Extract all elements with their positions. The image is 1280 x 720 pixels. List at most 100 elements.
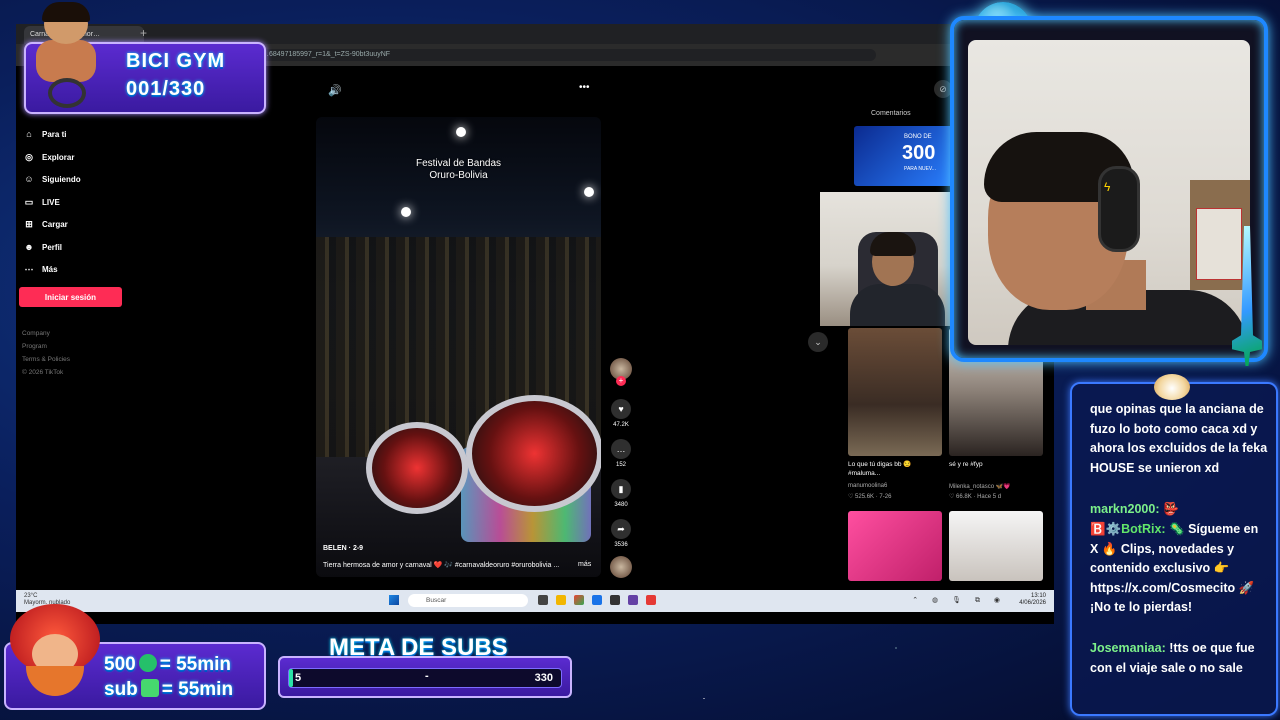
app-icon[interactable] (646, 595, 656, 605)
sidebar-item-explorar[interactable]: ◎ Explorar (22, 148, 74, 166)
chat-username: 🅱️⚙️BotRix: (1090, 522, 1166, 536)
sub-goal-target: 330 (534, 672, 553, 684)
folder-icon[interactable] (556, 595, 566, 605)
sidebar: ⌂ Para ti ◎ Explorar ☺ Siguiendo ▭ LIVE ⊞ Car… (16, 66, 156, 586)
footer-link-program[interactable]: Program (22, 343, 47, 350)
share-button[interactable]: ➦ 3536 (610, 519, 632, 548)
bike-wheel-icon (48, 78, 86, 108)
mascot-body (36, 40, 96, 82)
badge-count: 001/330 (126, 78, 206, 100)
follow-plus-icon[interactable]: + (616, 376, 626, 386)
sidebar-item-label: Explorar (42, 152, 75, 162)
system-tray[interactable]: ⌃ ◍ 🎙 ⧉ ◉ (912, 596, 1006, 605)
comment-icon: … (611, 439, 631, 459)
tab-bar: Carnaval… de Amor… + (16, 24, 1054, 44)
taskbar-clock[interactable]: 13:10 4/06/2026 (1019, 593, 1046, 607)
login-button[interactable]: Iniciar sesión (19, 287, 122, 307)
headset-image (1098, 166, 1140, 252)
related-video-thumb[interactable] (949, 511, 1043, 581)
chrome-icon[interactable] (574, 595, 584, 605)
steam-icon[interactable] (610, 595, 620, 605)
new-tab-button[interactable]: + (140, 26, 147, 40)
promo-line3: PARA NUEV... (904, 166, 936, 172)
sidebar-item-mas[interactable]: ⋯ Más (22, 260, 58, 278)
related-video-thumb[interactable] (848, 328, 942, 456)
sidebar-item-cargar[interactable]: ⊞ Cargar (22, 215, 68, 233)
upload-icon: ⊞ (25, 218, 33, 229)
stage-light (456, 127, 466, 137)
footer-link-terms[interactable]: Terms & Policies (22, 356, 70, 363)
more-options-icon[interactable]: ••• (579, 82, 590, 93)
live-icon: ▭ (24, 196, 34, 207)
related-caption[interactable]: sé y re #fyp (949, 460, 1043, 469)
reward-amount: 500 (104, 654, 136, 675)
mascot-hair (42, 2, 90, 22)
windows-start-icon[interactable] (389, 595, 399, 605)
more-link[interactable]: más (578, 561, 591, 568)
chat-message: Josemaniaa: !tts oe que fue con el viaje… (1090, 639, 1268, 678)
heart-icon: ♥ (611, 399, 631, 419)
edge-icon[interactable] (592, 595, 602, 605)
person-hair (870, 232, 916, 256)
save-button[interactable]: ▮ 3480 (610, 479, 632, 508)
chevron-down-icon[interactable]: ⌄ (808, 332, 828, 352)
promo-line2: 300 (902, 142, 936, 164)
related-likes: 525.6K (855, 494, 875, 500)
related-date: 7-26 (879, 494, 892, 500)
reward-line-sub: sub = 55min (104, 679, 233, 701)
chat-text: 👺 (1162, 502, 1179, 516)
webcam-frame: ϟ (950, 16, 1268, 362)
related-stats: ♡ 525.6K · 7-26 (848, 494, 892, 500)
comment-count: 152 (615, 462, 626, 468)
sidebar-item-perfil[interactable]: ☻ Perfil (22, 238, 62, 256)
promo-banner[interactable]: BONO DE 300 PARA NUEV... (854, 126, 954, 186)
volume-icon[interactable]: 🔊 (328, 84, 342, 97)
sub-goal-current: 5 (295, 672, 302, 684)
reward-sub-label: sub (104, 679, 138, 700)
like-button[interactable]: ♥ 47.2K (610, 399, 632, 428)
video-player[interactable] (316, 117, 601, 577)
chat-message: markn2000: 👺 (1090, 500, 1268, 520)
task-view-icon[interactable] (538, 595, 548, 605)
weather-temp: 23°C (24, 593, 38, 599)
browser-window: Carnaval… de Amor… + …68497185997_r=1&_t… (16, 24, 1054, 624)
sub-goal-bar: 5 - 330 (278, 656, 572, 698)
sidebar-item-para-ti[interactable]: ⌂ Para ti (22, 125, 66, 143)
person-body (850, 284, 945, 326)
app-icon[interactable] (628, 595, 638, 605)
comment-button[interactable]: … 152 (610, 439, 632, 468)
secondary-webcam (820, 192, 954, 326)
drum-image (466, 395, 601, 512)
related-likes: 66.8K (956, 494, 972, 500)
footer-link-company[interactable]: Company (22, 330, 50, 337)
url-field[interactable]: …68497185997_r=1&_t=ZS-90bt3uuyNF (256, 49, 876, 61)
promo-line1: BONO DE (904, 134, 932, 140)
sidebar-item-label: Perfil (42, 242, 63, 252)
chat-username: markn2000: (1090, 502, 1160, 516)
music-disc-icon[interactable] (610, 556, 632, 578)
kick-coin-icon (138, 654, 157, 672)
comments-title: Comentarios (871, 110, 911, 117)
chat-message: que opinas que la anciana de fuzo lo bot… (1090, 400, 1268, 478)
clock-time: 13:10 (1030, 593, 1046, 599)
taskbar-search-input[interactable]: Buscar (408, 594, 528, 607)
footer-copyright: © 2026 TikTok (22, 369, 64, 376)
following-icon: ☺ (24, 174, 34, 184)
sidebar-item-label: LIVE (42, 197, 60, 207)
video-author[interactable]: BELEN · 2-9 (323, 545, 363, 552)
sidebar-item-label: Más (42, 264, 58, 274)
share-count: 3536 (614, 542, 628, 548)
share-icon: ➦ (611, 519, 631, 539)
related-video-thumb[interactable] (848, 511, 942, 581)
reward-rhs: = 55min (159, 654, 231, 675)
related-caption[interactable]: Lo que tú digas bb 😏 #maluma... (848, 460, 942, 478)
related-author[interactable]: manumoolina6 (848, 483, 887, 489)
like-count: 47.2K (613, 422, 629, 428)
ramen-bowl-icon (26, 666, 84, 696)
sidebar-item-live[interactable]: ▭ LIVE (22, 193, 60, 211)
sidebar-item-siguiendo[interactable]: ☺ Siguiendo (22, 170, 80, 188)
related-author[interactable]: Milenka_notasco 🦋💗 (949, 483, 1011, 490)
dragon-mascot-image (4, 604, 100, 704)
chat-username: Josemaniaa: (1090, 641, 1166, 655)
save-count: 3480 (614, 502, 628, 508)
